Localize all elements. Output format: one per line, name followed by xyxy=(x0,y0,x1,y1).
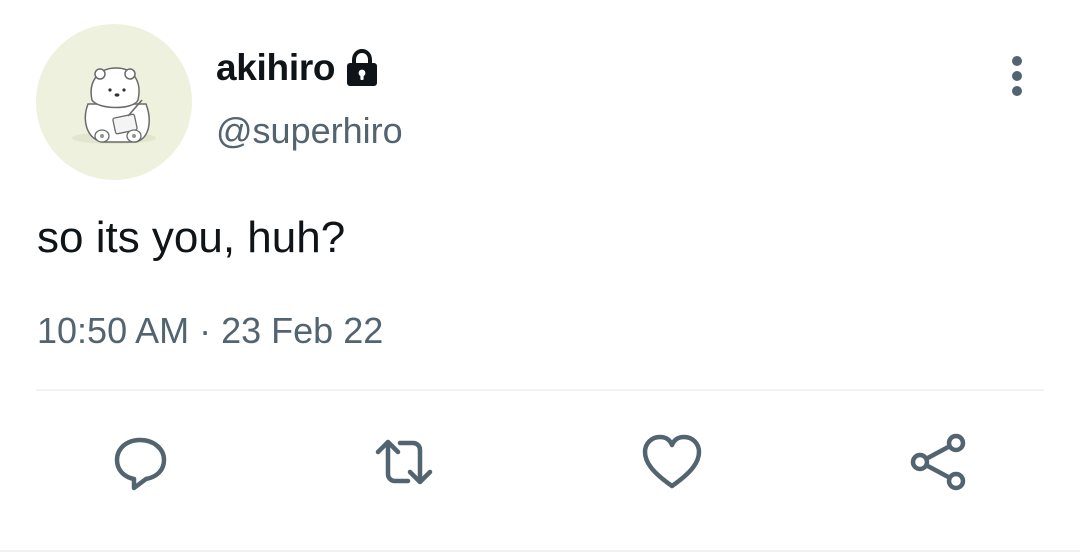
retweet-button[interactable] xyxy=(372,430,436,494)
author-name-row: akihiro xyxy=(216,44,381,92)
display-name[interactable]: akihiro xyxy=(216,47,336,89)
bottom-divider xyxy=(0,550,1080,552)
heart-icon xyxy=(642,434,702,489)
tweet-text: so its you, huh? xyxy=(37,213,346,262)
tweet-meta: 10:50 AM · 23 Feb 22 xyxy=(37,310,383,352)
more-vertical-icon xyxy=(1012,56,1022,96)
more-options-button[interactable] xyxy=(996,50,1038,102)
like-button[interactable] xyxy=(640,430,704,494)
reply-button[interactable] xyxy=(108,430,172,494)
meta-separator: · xyxy=(199,310,212,351)
share-button[interactable] xyxy=(906,430,970,494)
divider xyxy=(36,389,1044,391)
retweet-icon xyxy=(375,439,433,485)
share-icon xyxy=(910,433,966,491)
polar-bear-avatar-icon xyxy=(72,67,156,144)
tweet-date[interactable]: 23 Feb 22 xyxy=(221,310,383,352)
author-handle[interactable]: @superhiro xyxy=(216,110,403,152)
reply-icon xyxy=(114,437,167,491)
tweet-card: akihiro @superhiro so its you, huh? 10:5… xyxy=(0,0,1080,555)
avatar[interactable] xyxy=(36,24,192,180)
tweet-time[interactable]: 10:50 AM xyxy=(37,310,189,352)
lock-icon xyxy=(343,48,381,88)
